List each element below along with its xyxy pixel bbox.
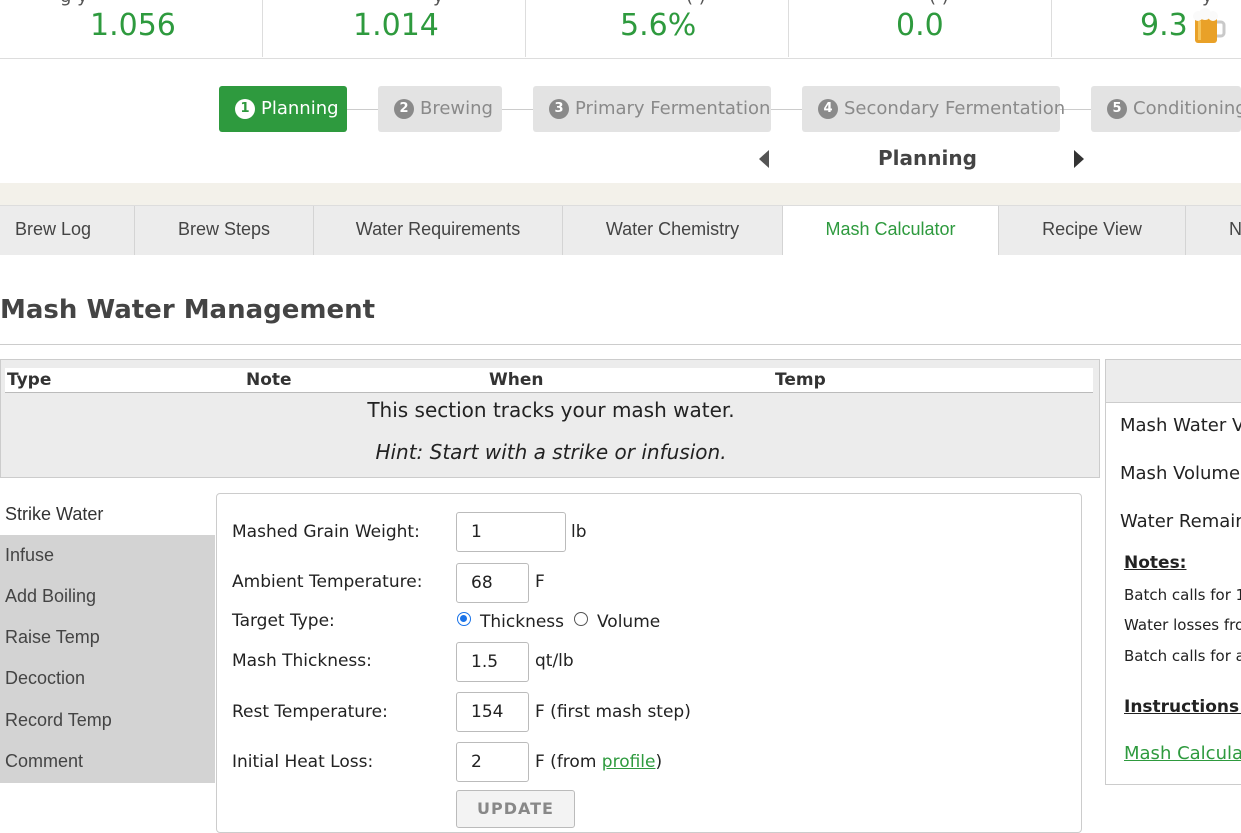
stat-value: 0.0 (896, 8, 944, 43)
heat-loss-unit-prefix: F (from (535, 752, 602, 772)
notes-title: Notes: (1124, 553, 1187, 573)
rest-temp-label: Rest Temperature: (232, 702, 388, 722)
table-header: Type Note When Temp (5, 368, 1093, 393)
stat-value: 9.3 (1140, 8, 1188, 43)
stat-fg: y 1.014 (263, 0, 526, 57)
stat-value: 1.056 (90, 8, 176, 43)
menu-infuse[interactable]: Infuse (0, 535, 215, 576)
menu-record-temp[interactable]: Record Temp (0, 700, 215, 741)
grain-weight-unit: lb (571, 522, 587, 542)
thickness-unit: qt/lb (535, 651, 574, 671)
step-number: 3 (549, 99, 569, 119)
column-type: Type (7, 370, 52, 390)
step-secondary-fermentation[interactable]: 4 Secondary Fermentation (802, 86, 1065, 132)
step-number: 2 (394, 99, 414, 119)
heat-loss-unit: F (from profile) (535, 752, 662, 772)
current-stage-title: Planning (878, 146, 977, 170)
stat-label: ( ) (686, 0, 706, 7)
ambient-temp-unit: F (535, 572, 545, 592)
thickness-radio[interactable] (457, 612, 471, 626)
stat-label: y (433, 0, 444, 7)
heat-loss-input[interactable]: 2 (456, 742, 529, 782)
thickness-radio-label[interactable]: Thickness (480, 612, 564, 632)
column-temp: Temp (775, 370, 826, 390)
mash-volume-label: Mash Volume (1120, 463, 1241, 484)
step-number: 1 (235, 99, 255, 119)
beer-mug-icon (1193, 8, 1226, 43)
section-divider (0, 344, 1241, 345)
tab-water-requirements[interactable]: Water Requirements (314, 206, 563, 255)
mash-water-table: Type Note When Temp This section tracks … (0, 359, 1100, 478)
stat-value: 1.014 (353, 8, 439, 43)
stats-strip: g y 1.056 y 1.014 ( ) 5.6% ( ) 0.0 y 9.3 (0, 0, 1241, 59)
tab-brew-steps[interactable]: Brew Steps (135, 206, 314, 255)
stat-abv: ( ) 5.6% (526, 0, 789, 57)
next-stage-arrow-icon[interactable] (1074, 150, 1084, 168)
step-label: Secondary Fermentation (844, 98, 1066, 119)
divider-band (0, 183, 1241, 205)
menu-add-boiling[interactable]: Add Boiling (0, 576, 215, 617)
step-connector (347, 109, 378, 110)
step-number: 4 (818, 99, 838, 119)
step-brewing[interactable]: 2 Brewing (378, 86, 502, 132)
profile-link[interactable]: profile (602, 752, 656, 772)
step-primary-fermentation[interactable]: 3 Primary Fermentation (533, 86, 771, 132)
tab-brew-log[interactable]: Brew Log (0, 206, 135, 255)
step-label: Conditioning (1133, 98, 1241, 119)
step-label: Planning (261, 98, 339, 119)
update-button[interactable]: UPDATE (456, 790, 575, 828)
column-when: When (489, 370, 544, 390)
step-label: Primary Fermentation (575, 98, 771, 119)
grain-weight-input[interactable]: 1 (456, 512, 566, 552)
menu-decoction[interactable]: Decoction (0, 658, 215, 699)
step-number: 5 (1107, 99, 1127, 119)
heat-loss-label: Initial Heat Loss: (232, 752, 374, 772)
stat-label: y (1202, 0, 1213, 7)
target-type-label: Target Type: (232, 611, 335, 631)
step-label: Brewing (420, 98, 493, 119)
section-title: Mash Water Management (0, 295, 376, 325)
tab-mash-calculator[interactable]: Mash Calculator (782, 206, 999, 255)
stat-ibu: ( ) 0.0 (789, 0, 1052, 57)
stat-label: ( ) (929, 0, 949, 7)
volume-radio[interactable] (574, 612, 588, 626)
instructions-title: Instructions: (1124, 697, 1241, 717)
volume-radio-label[interactable]: Volume (597, 612, 660, 632)
tab-bar: Brew Log Brew Steps Water Requirements W… (0, 205, 1241, 255)
ambient-temp-label: Ambient Temperature: (232, 572, 423, 592)
note-item: Batch calls for 1 (1124, 586, 1241, 604)
menu-comment[interactable]: Comment (0, 741, 215, 782)
tab-recipe-view[interactable]: Recipe View (999, 206, 1186, 255)
prev-stage-arrow-icon[interactable] (759, 150, 769, 168)
empty-message: This section tracks your mash water. (367, 398, 735, 422)
hint-message: Hint: Start with a strike or infusion. (375, 440, 727, 464)
note-item: Batch calls for a (1124, 647, 1241, 665)
stat-og: g y 1.056 (0, 0, 263, 57)
menu-raise-temp[interactable]: Raise Temp (0, 617, 215, 658)
tab-water-chemistry[interactable]: Water Chemistry (563, 206, 783, 255)
thickness-label: Mash Thickness: (232, 651, 372, 671)
summary-header (1106, 360, 1241, 403)
water-remaining-label: Water Remain (1120, 511, 1241, 532)
stat-label: g y (60, 0, 88, 7)
grain-weight-label: Mashed Grain Weight: (232, 522, 420, 542)
menu-strike-water[interactable]: Strike Water (0, 494, 215, 535)
thickness-input[interactable]: 1.5 (456, 642, 529, 682)
ambient-temp-input[interactable]: 68 (456, 563, 529, 603)
step-planning[interactable]: 1 Planning (219, 86, 347, 132)
step-conditioning[interactable]: 5 Conditioning (1091, 86, 1241, 132)
heat-loss-unit-suffix: ) (655, 752, 663, 772)
mash-step-menu: Strike Water Infuse Add Boiling Raise Te… (0, 494, 215, 783)
stat-value: 5.6% (620, 8, 697, 43)
mash-water-volume-label: Mash Water V (1120, 415, 1241, 436)
note-item: Water losses fro (1124, 616, 1241, 634)
column-note: Note (246, 370, 292, 390)
rest-temp-unit: F (first mash step) (535, 702, 691, 722)
step-connector (771, 109, 802, 110)
mash-summary-panel: Mash Water V Mash Volume Water Remain No… (1105, 359, 1241, 785)
tab-notes[interactable]: N (1186, 206, 1241, 255)
mash-calculator-link[interactable]: Mash Calcula (1124, 743, 1241, 764)
rest-temp-input[interactable]: 154 (456, 692, 529, 732)
step-connector (502, 109, 533, 110)
